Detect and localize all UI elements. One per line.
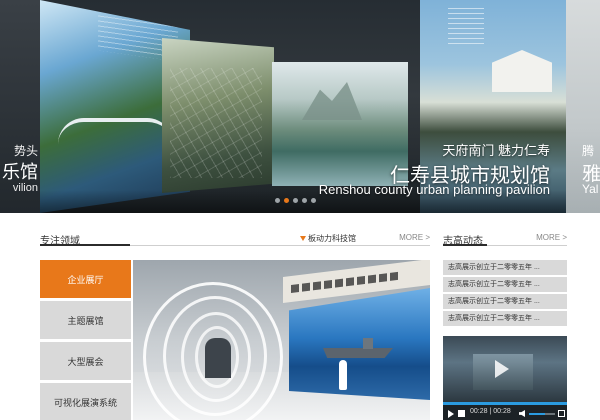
fullscreen-icon[interactable] [558,410,565,417]
news-section-header: 志高动态 MORE > [443,232,567,247]
triangle-down-icon [300,236,306,241]
section-subtitle: 板动力科技馆 [308,234,356,243]
carousel-dots [275,198,316,203]
video-controls: 00:28 | 00:28 [443,402,567,420]
news-list: 志高展示创立于二零零五年 ... 志高展示创立于二零零五年 ... 志高展示创立于二… [443,260,567,328]
carousel-dot[interactable] [284,198,289,203]
news-item[interactable]: 志高展示创立于二零零五年 ... [443,277,567,292]
previous-slide-text-1: 势头 [13,144,38,158]
carousel-dot[interactable] [311,198,316,203]
time-display: 00:28 | 00:28 [470,408,511,415]
carousel-dot[interactable] [293,198,298,203]
previous-slide-text-2: 乐馆 [2,162,38,182]
video-frame[interactable] [443,336,567,402]
previous-slide[interactable]: 势头 乐馆 vilion [0,0,40,213]
banner-carousel[interactable]: 势头 乐馆 vilion 天府南门 魅力仁寿 仁寿县城市规划馆 Renshou … [0,0,600,213]
more-link[interactable]: MORE > [536,233,567,242]
exhibit-photo-landscape [272,62,408,186]
carousel-dot[interactable] [275,198,280,203]
menu-item[interactable]: 主题展馆 [40,301,131,339]
exhibit-photo-map [162,38,274,193]
play-icon[interactable] [448,410,454,418]
news-item[interactable]: 志高展示创立于二零零五年 ... [443,260,567,275]
stop-icon[interactable] [458,410,465,417]
slide-title-english: Renshou county urban planning pavilion [318,182,550,197]
play-overlay-icon[interactable] [495,360,509,378]
volume-icon[interactable] [519,410,525,417]
category-menu: 企业展厅 主题展馆 大型展会 可视化展演系统 [40,260,131,420]
carousel-dot[interactable] [302,198,307,203]
news-item[interactable]: 志高展示创立于二零零五年 ... [443,311,567,326]
current-slide[interactable]: 天府南门 魅力仁寿 仁寿县城市规划馆 Renshou county urban … [40,0,566,213]
page: 势头 乐馆 vilion 天府南门 魅力仁寿 仁寿县城市规划馆 Renshou … [0,0,600,420]
next-slide[interactable]: 腾 雅 Yal [566,0,600,213]
news-item[interactable]: 志高展示创立于二零零五年 ... [443,294,567,309]
exhibit-photo[interactable] [133,260,430,420]
progress-bar[interactable] [443,402,567,405]
volume-slider[interactable] [529,413,555,415]
menu-item[interactable]: 大型展会 [40,342,131,380]
previous-slide-text-3: vilion [12,182,38,194]
next-slide-text-1: 腾 [582,144,595,158]
next-slide-text-3: Yal [582,182,599,196]
menu-item[interactable]: 企业展厅 [40,260,131,298]
menu-item[interactable]: 可视化展演系统 [40,383,131,420]
slide-slogan: 天府南门 魅力仁寿 [442,143,550,158]
focus-section-header: 专注领域 板动力科技馆 MORE > [40,232,430,247]
more-link[interactable]: MORE > [399,233,430,242]
video-player[interactable]: 00:28 | 00:28 [443,336,567,420]
